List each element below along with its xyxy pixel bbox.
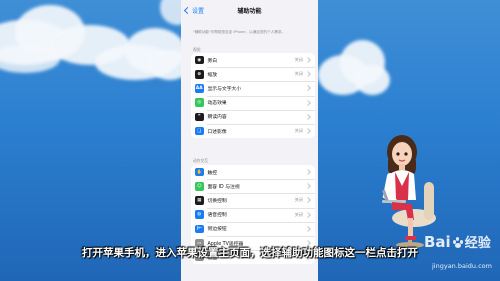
settings-row-label: 显示与文字大小 xyxy=(207,86,242,92)
chevron-right-icon xyxy=(305,226,311,232)
settings-row[interactable]: ☺ 面容 ID 与注视 xyxy=(191,179,315,193)
settings-row[interactable]: ⊕ 缩放 关闭 xyxy=(191,67,315,81)
chevron-right-icon xyxy=(305,211,311,218)
settings-row[interactable]: AA 显示与文字大小 xyxy=(191,81,315,95)
settings-row-label: 缩放 xyxy=(207,72,218,78)
settings-row-value: 关闭 xyxy=(294,57,303,63)
navigation-bar: 设置 辅助功能 xyxy=(181,0,318,22)
cartoon-presenter xyxy=(382,135,436,248)
motion-icon: ◎ xyxy=(195,98,204,107)
watermark-url: jingyan.baidu.com xyxy=(432,262,492,270)
settings-row[interactable]: ◍ 语音控制 关闭 xyxy=(191,207,315,222)
switch-control-icon: ▦ xyxy=(195,196,204,205)
voice-control-icon: ◍ xyxy=(195,210,204,219)
chevron-right-icon xyxy=(305,169,311,175)
settings-row-label: 面容 ID 与注视 xyxy=(207,184,240,190)
settings-row[interactable]: |← 侧边按钮 xyxy=(191,221,315,236)
phone-screen: 设置 辅助功能 "辅助功能"可帮助您自定 iPhone，以满足您的个人需求。 视… xyxy=(181,0,318,281)
settings-row[interactable]: ◎ 动态效果 xyxy=(191,95,315,110)
section-header-physical: 动作交互 xyxy=(193,158,209,163)
settings-row[interactable]: ◉ 旁白 关闭 xyxy=(191,53,315,67)
settings-row-label: 触控 xyxy=(207,170,218,176)
settings-row[interactable]: ❏ 口述影像 关闭 xyxy=(191,123,315,138)
chevron-right-icon xyxy=(305,183,311,190)
chevron-right-icon xyxy=(305,99,311,106)
face-id-icon: ☺ xyxy=(195,182,204,191)
chevron-right-icon xyxy=(305,128,311,134)
chevron-right-icon xyxy=(305,85,311,92)
text-size-icon: AA xyxy=(195,84,204,93)
chevron-right-icon xyxy=(305,57,311,63)
settings-row[interactable]: ❝ 朗读内容 xyxy=(191,109,315,124)
settings-row-label: 口述影像 xyxy=(207,129,227,135)
settings-row[interactable]: ✋ 触控 xyxy=(191,165,315,179)
side-button-icon: |← xyxy=(195,224,204,234)
settings-group-vision: ◉ 旁白 关闭 ⊕ 缩放 关闭 AA 显示与文字大小 ◎ 动态效果 ❝ 朗读内容 ❏ 口述影像 关闭 xyxy=(191,53,315,139)
settings-row-value: 关闭 xyxy=(294,71,303,77)
settings-row-label: 动态效果 xyxy=(207,101,227,107)
audio-description-icon: ❏ xyxy=(195,126,204,136)
settings-row-label: 语音控制 xyxy=(207,213,227,219)
baidu-jingyan-logo: Bai 经验 xyxy=(424,232,491,252)
page-description: "辅助功能"可帮助您自定 iPhone，以满足您的个人需求。 xyxy=(193,30,286,34)
chevron-right-icon xyxy=(305,71,311,78)
page-title: 辅助功能 xyxy=(237,8,262,15)
settings-row[interactable]: ▦ 切换控制 关闭 xyxy=(191,193,315,207)
touch-icon: ✋ xyxy=(195,167,204,177)
settings-row-value: 关闭 xyxy=(294,128,303,134)
settings-row-label: 朗读内容 xyxy=(207,115,227,121)
speech-icon: ❝ xyxy=(195,112,204,122)
paw-icon xyxy=(452,236,464,248)
settings-row-label: 旁白 xyxy=(207,58,218,64)
zoom-icon: ⊕ xyxy=(195,70,204,79)
voiceover-icon: ◉ xyxy=(195,55,204,65)
settings-row-value: 关闭 xyxy=(294,197,303,203)
settings-row-label: 侧边按钮 xyxy=(207,227,227,233)
chevron-right-icon xyxy=(305,197,311,204)
settings-row-value: 关闭 xyxy=(294,211,303,217)
settings-row-label: 切换控制 xyxy=(207,198,227,204)
chevron-right-icon xyxy=(305,114,311,120)
